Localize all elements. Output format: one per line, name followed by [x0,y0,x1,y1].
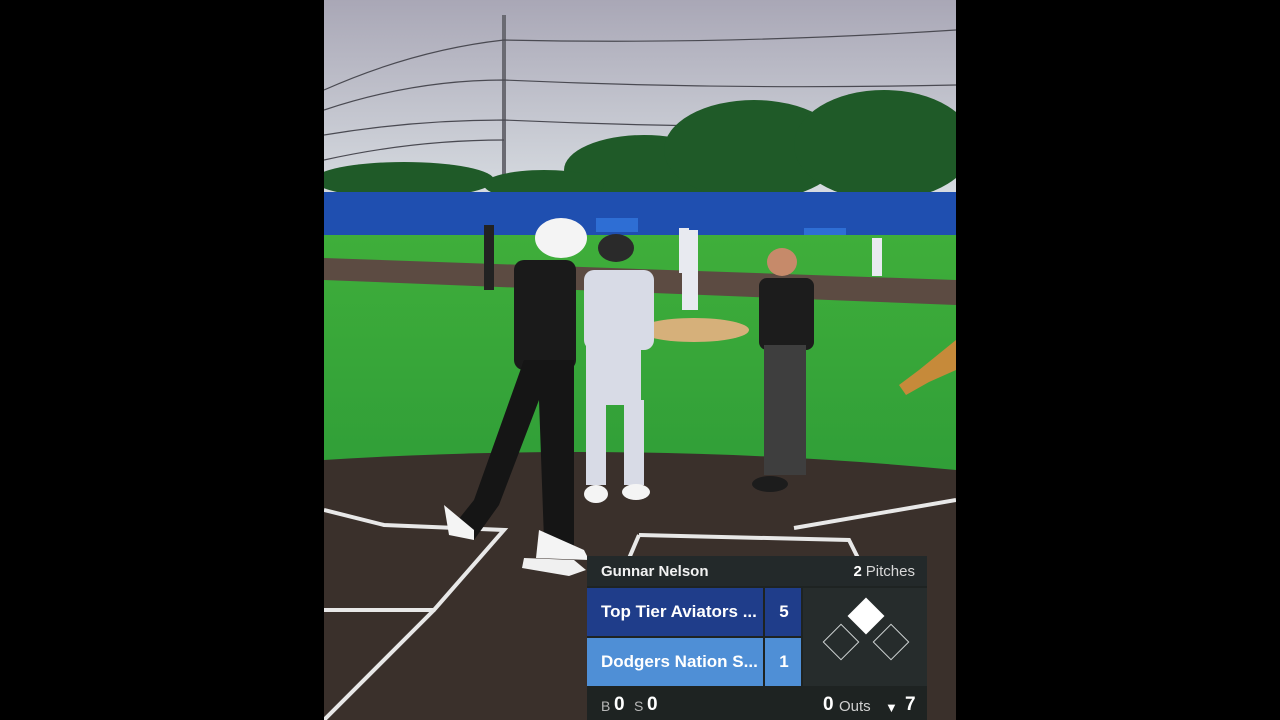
away-team-name: Top Tier Aviators ... [601,602,757,621]
balls-label: B [601,698,611,714]
first-base-icon [872,623,910,661]
pitch-count: 2 Pitches [853,563,915,580]
pitch-count-value: 2 [853,563,862,580]
wall-sign-1 [596,218,638,232]
scoreboard-header: Gunnar Nelson 2 Pitches [587,556,927,586]
pitch-count-label: Pitches [865,563,915,580]
home-team-score: 1 [763,638,803,686]
pitchers-mound [639,318,749,342]
third-base-icon [822,623,860,661]
home-team-row: Dodgers Nation S... 1 [587,638,801,686]
triangle-down-icon: ▼ [885,700,898,715]
away-team-score: 5 [763,588,803,636]
strikes-label: S [634,698,644,714]
home-team-name: Dodgers Nation S... [601,652,758,671]
balls-value: 0 [614,694,625,715]
scoreboard-footer: B 0 S 0 0 Outs ▼ 7 [587,688,927,720]
second-base-icon [847,597,885,635]
batter-name: Gunnar Nelson [601,563,709,580]
inning-value: 7 [905,694,916,715]
scoreboard: Gunnar Nelson 2 Pitches Top Tier Aviators… [587,556,927,720]
away-team-row: Top Tier Aviators ... 5 [587,588,801,636]
base-diamond [803,588,927,686]
outs-label: Outs [839,698,871,715]
outs-value: 0 [823,694,834,715]
strikes-value: 0 [647,694,658,715]
